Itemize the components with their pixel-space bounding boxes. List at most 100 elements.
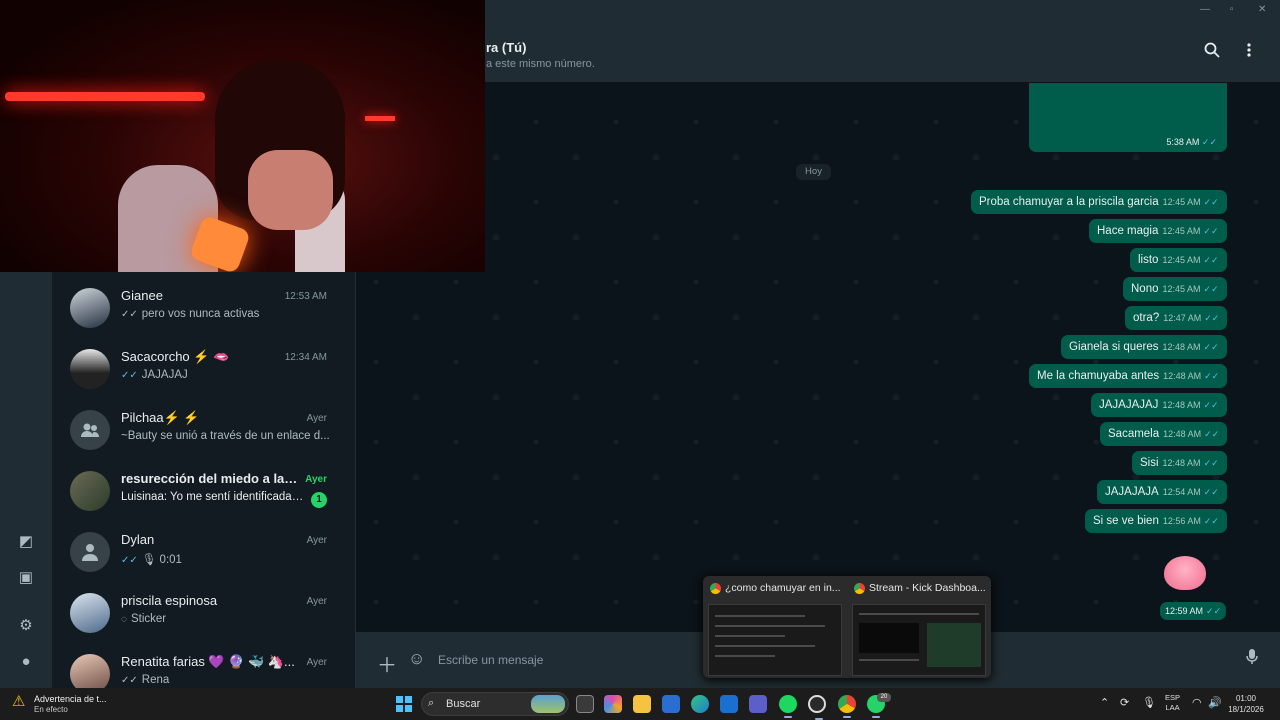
search-highlight-image: [531, 695, 565, 713]
chat-name: Pilchaa⚡ ⚡: [121, 410, 200, 425]
menu-icon[interactable]: [1246, 42, 1252, 63]
edge-icon[interactable]: [691, 695, 709, 713]
warning-icon[interactable]: ⚠: [12, 692, 30, 710]
taskbar-search[interactable]: ⌕ Buscar: [421, 692, 569, 716]
message-time: 12:48 AM: [1163, 429, 1202, 439]
chat-row-priscila[interactable]: priscila espinosa Ayer ◌ Sticker: [52, 583, 355, 644]
teams-icon[interactable]: [749, 695, 767, 713]
double-check-icon: ✓✓: [1203, 458, 1219, 468]
taskbar-clock[interactable]: 01:00 18/1/2026: [1228, 693, 1264, 715]
chrome-icon: [854, 583, 865, 594]
avatar: [70, 654, 110, 688]
notification-title[interactable]: Advertencia de t...: [34, 694, 107, 704]
chat-row-sacacorcho[interactable]: Sacacorcho ⚡ 🫦 12:34 AM ✓✓ JAJAJAJ: [52, 339, 355, 400]
wifi-icon[interactable]: ◠: [1192, 696, 1202, 709]
message-time: 12:45 AM: [1162, 284, 1201, 294]
group-avatar-icon: [70, 410, 110, 450]
message-bubble[interactable]: Sisi 12:48 AM ✓✓: [1132, 451, 1227, 475]
date-chip: Hoy: [796, 164, 831, 180]
copilot-icon[interactable]: [604, 695, 622, 713]
whatsapp-window: — ▫ ✕ ◩ ▣ ⚙ ● Gianee 12:53 AM ✓✓ pero vos…: [0, 0, 1280, 688]
windows-start-icon[interactable]: [396, 696, 412, 712]
message-bubble[interactable]: Sacamela 12:48 AM ✓✓: [1100, 422, 1228, 446]
chat-preview: ◌ Sticker: [121, 613, 167, 625]
message-time: 5:38 AM ✓✓: [1166, 137, 1217, 147]
avatar: [70, 288, 110, 328]
message-bubble[interactable]: Gianela si queres 12:48 AM ✓✓: [1061, 335, 1227, 359]
maximize-button[interactable]: ▫: [1230, 4, 1234, 15]
message-text: Si se ve bien: [1093, 515, 1159, 527]
chat-name: Gianee: [121, 288, 163, 303]
profile-icon[interactable]: ●: [16, 652, 36, 672]
chat-row-dylan[interactable]: Dylan Ayer ✓✓ 🎙 0:01: [52, 522, 355, 583]
chat-row-renatita[interactable]: Renatita farias 💜 🔮 🐳 🦄... Ayer ✓✓ Rena: [52, 644, 355, 688]
sticker-time-chip: 12:59 AM ✓✓: [1160, 602, 1227, 620]
store-icon[interactable]: [662, 695, 680, 713]
double-check-icon: ✓✓: [121, 309, 138, 320]
message-bubble[interactable]: Si se ve bien 12:56 AM ✓✓: [1085, 509, 1227, 533]
chevron-up-icon[interactable]: ⌃: [1100, 696, 1109, 709]
chat-row-gianee[interactable]: Gianee 12:53 AM ✓✓ pero vos nunca activas: [52, 278, 355, 339]
chat-preview: ✓✓ JAJAJAJ: [121, 369, 188, 381]
chat-row-resureccion[interactable]: resurección del miedo a las p... Ayer Lu…: [52, 461, 355, 522]
file-explorer-icon[interactable]: [633, 695, 651, 713]
mail-icon[interactable]: [720, 695, 738, 713]
chat-row-pilchaa[interactable]: Pilchaa⚡ ⚡ Ayer ~Bauty se unió a través …: [52, 400, 355, 461]
message-text: Me la chamuyaba antes: [1037, 370, 1160, 382]
status-icon[interactable]: ◩: [16, 532, 36, 552]
preview-window-chrome-search[interactable]: ¿como chamuyar en in...: [708, 582, 844, 676]
double-check-icon: ✓✓: [1203, 255, 1219, 265]
double-check-icon: ✓✓: [1203, 284, 1219, 294]
message-bubble[interactable]: Me la chamuyaba antes 12:48 AM ✓✓: [1029, 364, 1228, 388]
mic-tray-icon[interactable]: 🎙: [1142, 696, 1156, 709]
chrome-icon[interactable]: [838, 695, 856, 718]
preview-window-kick-dashboard[interactable]: Stream - Kick Dashboa...: [852, 582, 988, 676]
double-check-icon: ✓✓: [1203, 197, 1219, 207]
chat-preview: ✓✓ pero vos nunca activas: [121, 308, 260, 320]
chat-preview: Luisinaa: Yo me sentí identificada e...: [121, 491, 306, 503]
double-check-icon: ✓✓: [1203, 342, 1219, 352]
close-button[interactable]: ✕: [1258, 4, 1266, 15]
notification-status: En efecto: [34, 705, 68, 714]
sticker-message[interactable]: [1164, 556, 1206, 590]
chat-time: 12:34 AM: [284, 352, 327, 363]
minimize-button[interactable]: —: [1200, 4, 1210, 15]
message-text: listo: [1138, 254, 1159, 266]
chat-preview: ✓✓ Rena: [121, 674, 170, 686]
search-icon[interactable]: [1204, 42, 1220, 63]
chat-time: Ayer: [306, 596, 327, 607]
sticker-small-icon: ◌: [121, 614, 127, 625]
double-check-icon: ✓✓: [121, 555, 138, 566]
message-bubble[interactable]: 5:38 AM ✓✓: [1029, 83, 1227, 152]
message-text: JAJAJAJAJ: [1099, 399, 1159, 411]
chat-name: Sacacorcho ⚡ 🫦: [121, 349, 230, 364]
message-bubble[interactable]: JAJAJAJA 12:54 AM ✓✓: [1097, 480, 1227, 504]
message-bubble[interactable]: otra? 12:47 AM ✓✓: [1125, 306, 1228, 330]
task-view-icon[interactable]: [576, 695, 594, 713]
avatar: [70, 593, 110, 633]
chat-time: Ayer: [306, 413, 327, 424]
conversation-header[interactable]: ra (Tú) a este mismo número.: [356, 22, 1280, 82]
message-time: 12:48 AM: [1162, 400, 1201, 410]
settings-icon[interactable]: ⚙: [16, 616, 36, 636]
language-indicator[interactable]: ESP LAA: [1165, 693, 1180, 713]
message-bubble[interactable]: listo 12:45 AM ✓✓: [1130, 248, 1227, 272]
volume-icon[interactable]: 🔊: [1208, 696, 1222, 709]
mic-icon[interactable]: [1246, 649, 1258, 670]
sync-icon[interactable]: ⟳: [1120, 696, 1129, 709]
message-bubble[interactable]: JAJAJAJAJ 12:48 AM ✓✓: [1091, 393, 1227, 417]
message-bubble[interactable]: Proba chamuyar a la priscila garcia 12:45…: [971, 190, 1227, 214]
chat-name: resurección del miedo a las p...: [121, 471, 301, 486]
media-icon[interactable]: ▣: [16, 568, 36, 588]
chrome-icon: [710, 583, 721, 594]
message-bubble[interactable]: Nono 12:45 AM ✓✓: [1123, 277, 1227, 301]
sticker-icon[interactable]: ☺: [408, 649, 425, 669]
message-time: 12:54 AM: [1162, 487, 1201, 497]
spotify-icon[interactable]: [779, 695, 797, 718]
double-check-icon: ✓✓: [1204, 429, 1220, 439]
obs-icon[interactable]: [808, 695, 826, 720]
message-text: JAJAJAJA: [1105, 486, 1159, 498]
plus-icon[interactable]: ＋: [377, 649, 397, 678]
message-time: 12:48 AM: [1162, 458, 1201, 468]
message-bubble[interactable]: Hace magia 12:45 AM ✓✓: [1089, 219, 1227, 243]
